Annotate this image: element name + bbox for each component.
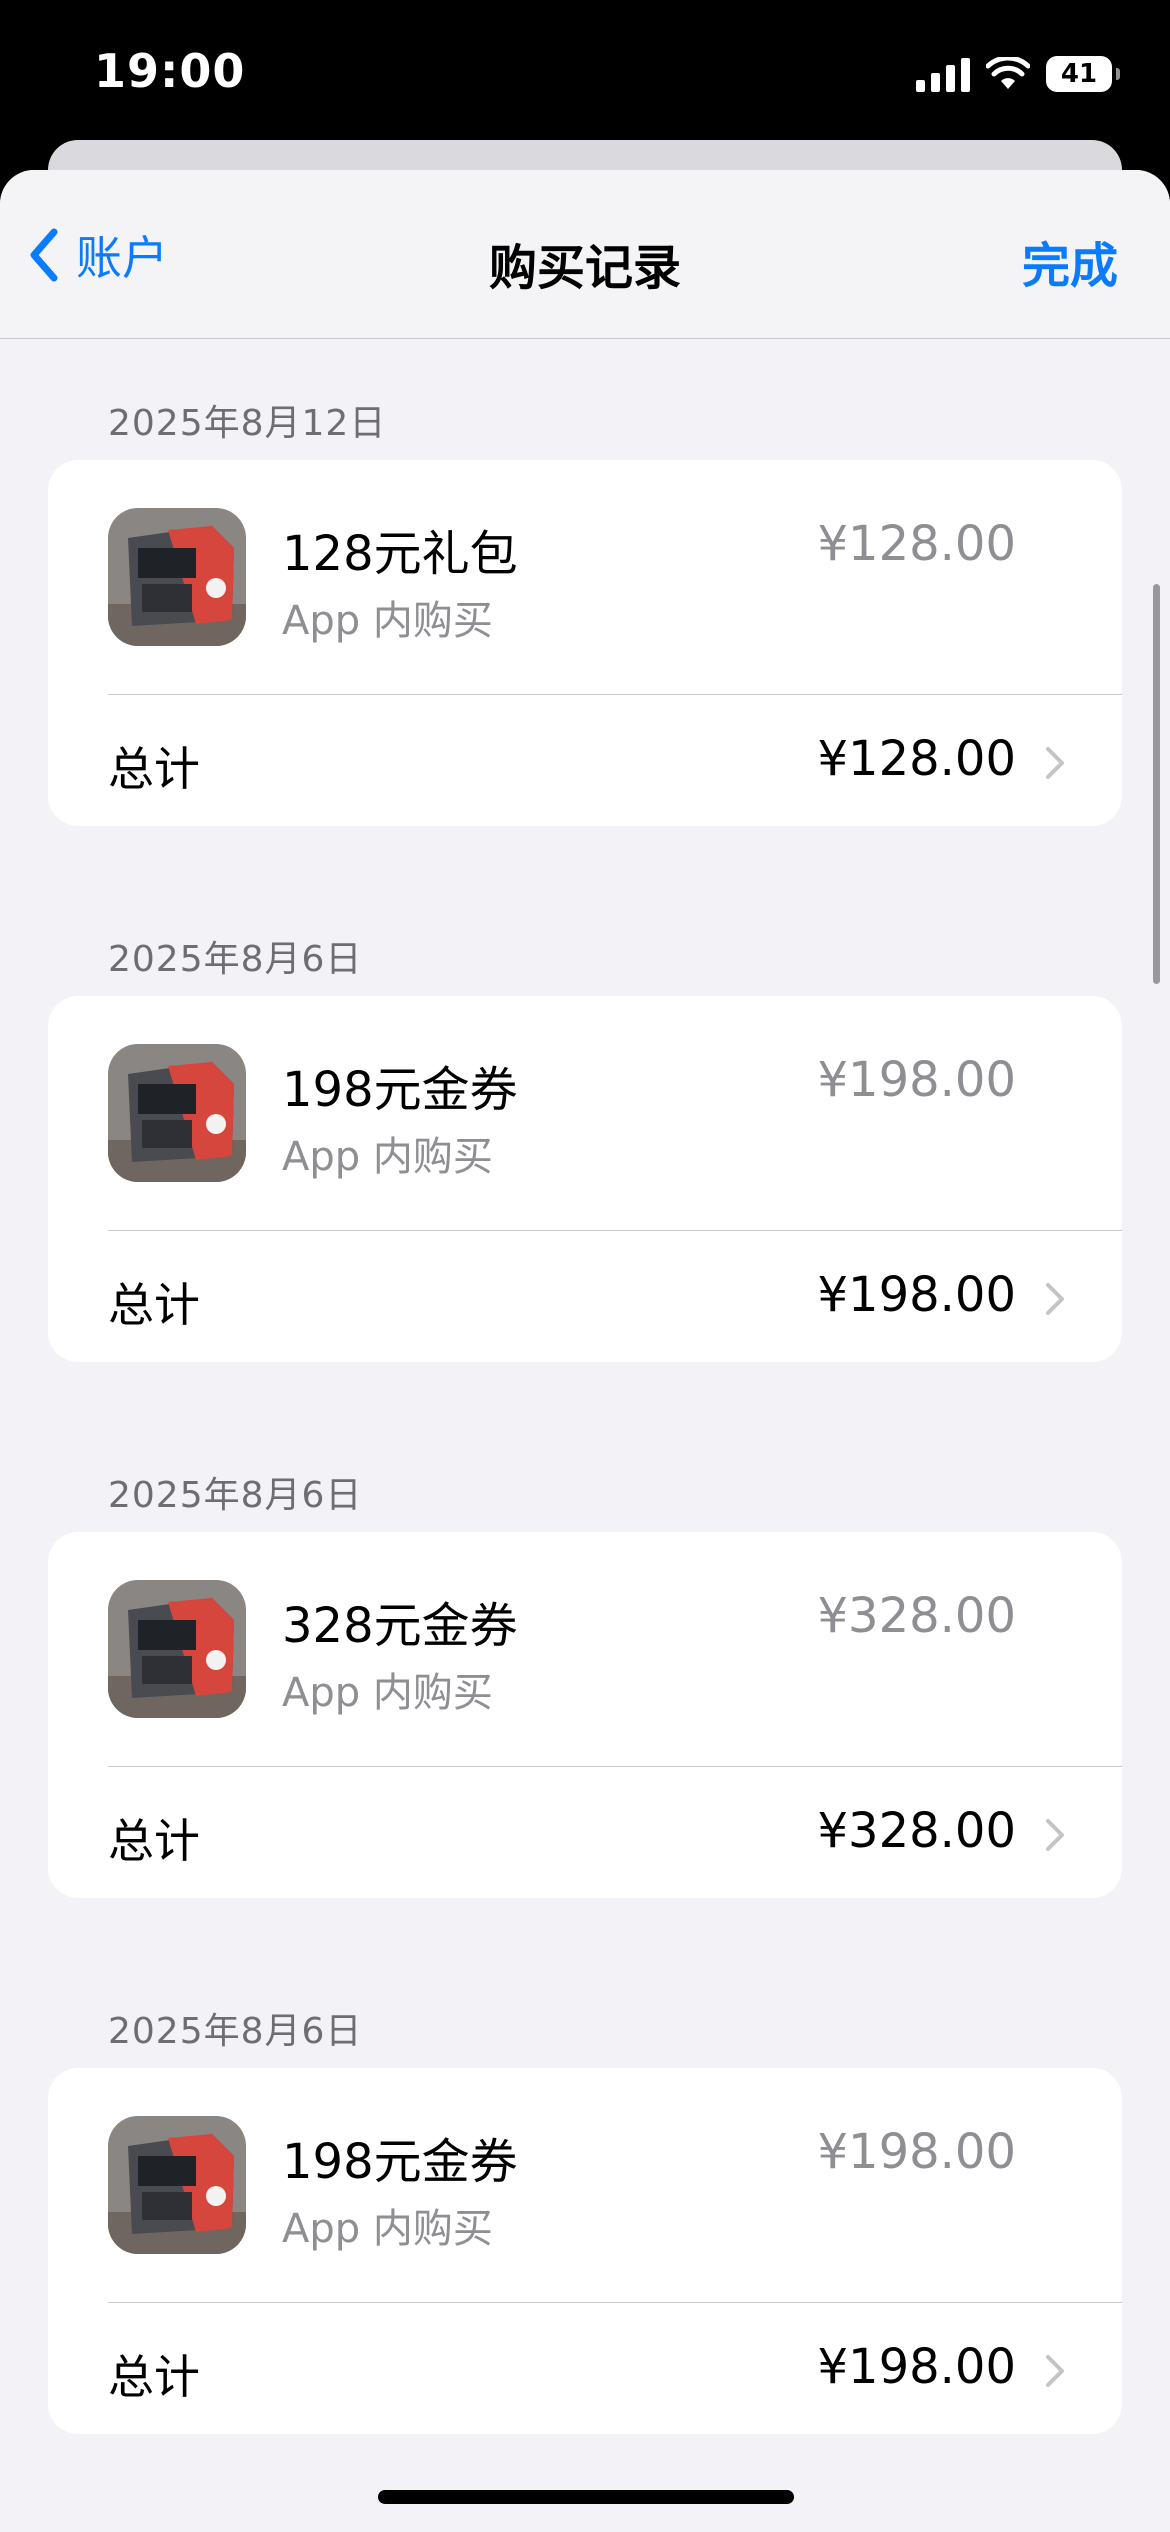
status-icons: 41 [916,52,1120,96]
purchase-card: 198元金券 App 内购买 ¥198.00 总计 ¥198.00 [48,996,1122,1362]
total-price: ¥128.00 [817,731,1017,787]
purchase-card: 198元金券 App 内购买 ¥198.00 总计 ¥198.00 [48,2068,1122,2434]
item-price: ¥328.00 [817,1588,1017,1644]
red-truck-app-icon [108,1580,246,1718]
date-header: 2025年8月6日 [108,2011,363,2052]
page-title: 购买记录 [488,240,681,296]
purchase-item-row[interactable]: 198元金券 App 内购买 ¥198.00 [48,2068,1122,2302]
total-price: ¥198.00 [817,1267,1017,1323]
red-truck-app-icon [108,2116,246,2254]
done-button[interactable]: 完成 [1022,226,1118,296]
item-name: 198元金券 [282,2134,518,2190]
chevron-right-icon [1046,747,1064,779]
item-name: 128元礼包 [282,526,518,582]
item-type: App 内购买 [282,1670,493,1716]
date-header: 2025年8月6日 [108,939,363,980]
item-type: App 内购买 [282,2206,493,2252]
purchase-history-sheet: 账户 购买记录 完成 2025年8月12日 128元礼包 App 内购买 ¥12… [0,170,1170,2532]
item-price: ¥128.00 [817,516,1017,572]
battery-level: 41 [1060,59,1098,89]
navigation-bar: 账户 购买记录 完成 [0,170,1170,339]
purchase-item-row[interactable]: 328元金券 App 内购买 ¥328.00 [48,1532,1122,1766]
total-row[interactable]: 总计 ¥328.00 [48,1767,1122,1898]
status-time: 19:00 [94,44,246,98]
wifi-icon [986,57,1030,89]
item-name: 328元金券 [282,1598,518,1654]
battery-icon: 41 [1046,56,1120,92]
purchase-item-row[interactable]: 128元礼包 App 内购买 ¥128.00 [48,460,1122,694]
item-type: App 内购买 [282,598,493,644]
item-type: App 内购买 [282,1134,493,1180]
home-indicator[interactable] [378,2490,794,2504]
item-price: ¥198.00 [817,2124,1017,2180]
total-row[interactable]: 总计 ¥198.00 [48,1231,1122,1362]
red-truck-app-icon [108,1044,246,1182]
purchase-card: 128元礼包 App 内购买 ¥128.00 总计 ¥128.00 [48,460,1122,826]
chevron-right-icon [1046,1819,1064,1851]
total-label: 总计 [108,2350,200,2404]
cellular-signal-icon [916,56,970,92]
chevron-right-icon [1046,1283,1064,1315]
red-truck-app-icon [108,508,246,646]
status-bar: 19:00 41 [0,0,1170,150]
total-price: ¥328.00 [817,1803,1017,1859]
item-name: 198元金券 [282,1062,518,1118]
date-header: 2025年8月12日 [108,403,387,444]
date-header: 2025年8月6日 [108,1475,363,1516]
total-price: ¥198.00 [817,2339,1017,2395]
item-price: ¥198.00 [817,1052,1017,1108]
total-row[interactable]: 总计 ¥128.00 [48,695,1122,826]
chevron-right-icon [1046,2355,1064,2387]
total-label: 总计 [108,1278,200,1332]
purchase-item-row[interactable]: 198元金券 App 内购买 ¥198.00 [48,996,1122,1230]
purchase-card: 328元金券 App 内购买 ¥328.00 总计 ¥328.00 [48,1532,1122,1898]
vertical-scrollbar[interactable] [1153,584,1160,984]
total-row[interactable]: 总计 ¥198.00 [48,2303,1122,2434]
total-label: 总计 [108,1814,200,1868]
total-label: 总计 [108,742,200,796]
